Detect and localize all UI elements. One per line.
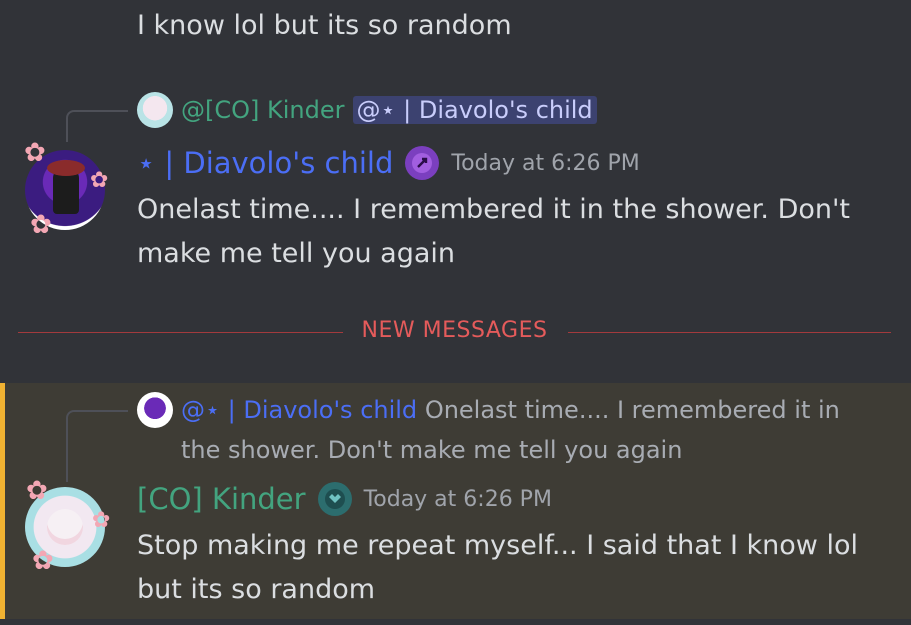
message-header: [CO] Kinder Today at 6:26 PM <box>137 482 552 516</box>
reply-reference[interactable]: @[CO] Kinder @⋆ | Diavolo's child <box>137 92 597 128</box>
message-timestamp: Today at 6:26 PM <box>363 486 552 512</box>
divider-line <box>18 332 343 333</box>
reply-connector <box>66 410 128 482</box>
sakura-decoration-icon: ✿ <box>26 476 48 506</box>
previous-message-text: I know lol but its so random <box>137 10 512 41</box>
sakura-decoration-icon: ✿ <box>30 210 52 240</box>
sakura-decoration-icon: ✿ <box>92 508 111 533</box>
avatar-figure <box>47 509 83 545</box>
reply-reference[interactable]: @⋆ | Diavolo's child Onelast time.... I … <box>137 390 877 470</box>
sakura-decoration-icon: ✿ <box>32 546 54 576</box>
mention-highlight-bar <box>0 383 5 619</box>
message-header: ⋆ | Diavolo's child Today at 6:26 PM <box>137 146 640 180</box>
avatar-hair <box>47 160 85 176</box>
author-name[interactable]: [CO] Kinder <box>137 482 306 516</box>
teal-emblem-badge-icon[interactable] <box>317 482 352 516</box>
reply-author-name[interactable]: @[CO] Kinder <box>181 96 345 124</box>
purple-rocket-badge-icon[interactable] <box>405 146 440 180</box>
message-content: Onelast time.... I remembered it in the … <box>137 194 851 269</box>
reply-author-name[interactable]: @⋆ | Diavolo's child <box>181 396 417 424</box>
new-messages-divider: NEW MESSAGES <box>18 318 891 348</box>
new-messages-label: NEW MESSAGES <box>361 318 548 343</box>
message-timestamp: Today at 6:26 PM <box>451 150 640 176</box>
diavolo-mini-avatar[interactable] <box>137 392 173 428</box>
reply-body: @⋆ | Diavolo's child Onelast time.... I … <box>181 390 877 470</box>
reply-connector <box>66 110 128 142</box>
reply-mention[interactable]: @⋆ | Diavolo's child <box>352 96 597 124</box>
message-content: Stop making me repeat myself... I said t… <box>137 530 858 605</box>
kinder-mini-avatar[interactable] <box>137 92 173 128</box>
divider-line <box>568 332 891 333</box>
sakura-decoration-icon: ✿ <box>90 168 109 193</box>
author-name[interactable]: ⋆ | Diavolo's child <box>137 146 393 180</box>
sakura-decoration-icon: ✿ <box>24 138 46 168</box>
